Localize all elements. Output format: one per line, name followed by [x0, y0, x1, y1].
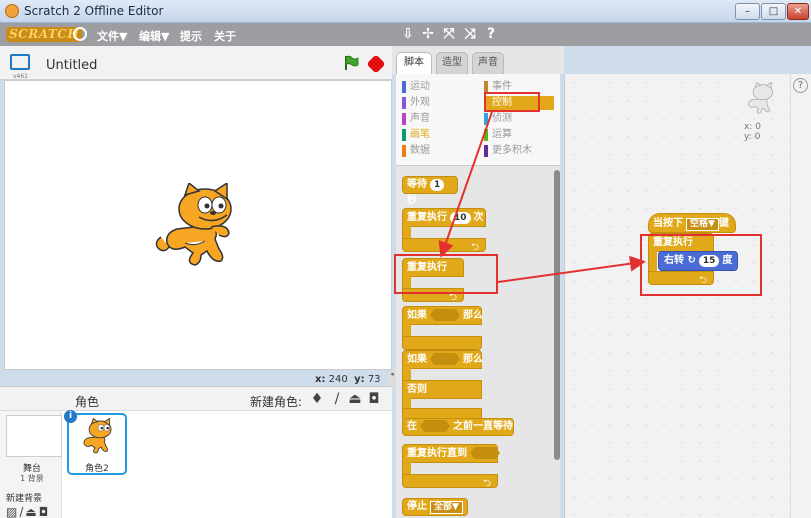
minimize-button[interactable]: – [735, 3, 760, 20]
duplicate-icon[interactable]: ⇩ [400, 26, 416, 42]
scratch-cat-icon [5, 4, 19, 18]
cat-sprite-thumbnail [83, 417, 112, 454]
palette-scrollbar[interactable] [554, 170, 560, 460]
stage-canvas[interactable] [4, 80, 392, 370]
tab-costumes[interactable]: 造型 [436, 52, 468, 74]
repeat-until-block[interactable]: 重复执行直到 ⮌ [402, 444, 500, 489]
mouse-y-value: 73 [367, 374, 381, 385]
editor-tabs: 脚本 造型 声音 [392, 46, 564, 74]
camera-icon[interactable]: ◘ [366, 391, 382, 407]
window-title: Scratch 2 Offline Editor [24, 4, 164, 18]
right-strip [790, 74, 811, 518]
delete-icon[interactable]: ✢ [420, 26, 436, 42]
help-block-icon[interactable]: ? [483, 26, 499, 42]
current-sprite-thumbnail [748, 82, 774, 114]
stage-thumbnail-column: 舞台 1 背景 新建背景 ▨/⏏◘ [0, 411, 62, 518]
mouse-x-value: 240 [328, 374, 348, 385]
category-more-blocks[interactable]: 更多积木 [484, 144, 532, 158]
maximize-button[interactable]: □ [761, 3, 786, 20]
stage-thumbnail[interactable] [6, 415, 62, 457]
project-title[interactable]: Untitled [46, 58, 97, 73]
category-operators[interactable]: 运算 [484, 128, 512, 142]
menu-tips[interactable]: 提示 [180, 28, 202, 44]
paint-new-sprite-icon[interactable]: / [329, 391, 345, 407]
pane-collapse-arrow[interactable]: ◂ [388, 370, 396, 386]
grow-icon[interactable]: ⤧ [441, 26, 457, 42]
sprites-label: 角色 [75, 395, 100, 409]
shrink-icon[interactable]: ⤨ [462, 26, 478, 42]
when-key-pressed-block[interactable]: 当按下 空格▼ 键 [648, 213, 736, 233]
close-button[interactable]: ✕ [787, 3, 809, 20]
menu-file[interactable]: 文件▼ [97, 28, 127, 44]
if-block[interactable]: 如果 那么 [402, 306, 486, 350]
annotation-box-control-category [484, 92, 540, 112]
block-categories: 运动 事件 外观 控制 声音 侦测 画笔 运算 数据 更多积木 [396, 74, 560, 166]
menu-bar: SCRATCH 文件▼ 编辑▼ 提示 关于 ⇩ ✢ ⤧ ⤨ ? [0, 23, 811, 46]
category-pen[interactable]: 画笔 [402, 128, 430, 142]
menu-edit[interactable]: 编辑▼ [139, 28, 169, 44]
cat-sprite[interactable] [155, 183, 245, 271]
tab-scripts[interactable]: 脚本 [396, 52, 432, 74]
category-motion[interactable]: 运动 [402, 80, 430, 94]
stage-header: v461 Untitled [0, 46, 392, 80]
backdrop-count: 1 背景 [20, 474, 44, 483]
repeat-block[interactable]: 重复执行 10 次 ⮌ [402, 208, 486, 253]
new-backdrop-icons[interactable]: ▨/⏏◘ [6, 505, 50, 518]
version-label: v461 [13, 73, 29, 80]
presentation-mode-icon[interactable] [10, 54, 30, 70]
key-dropdown[interactable]: 空格▼ [686, 218, 719, 231]
new-backdrop-label: 新建背景 [6, 494, 43, 504]
sprite-thumbnail[interactable]: i 角色2 [64, 410, 127, 475]
sprite-info-icon[interactable]: i [64, 410, 77, 423]
help-icon[interactable]: ? [793, 78, 808, 93]
wait-value[interactable]: 1 [430, 179, 445, 191]
green-flag-icon[interactable] [343, 55, 359, 71]
sprite-pane-header: 角色 新建角色: ♦ / ⏏ ◘ [0, 387, 392, 411]
tab-sounds[interactable]: 声音 [472, 52, 504, 74]
upload-sprite-icon[interactable]: ⏏ [347, 391, 363, 407]
if-else-block[interactable]: 如果 那么 否则 [402, 350, 486, 422]
language-globe-icon[interactable] [73, 27, 87, 41]
wait-until-block[interactable]: 在之前一直等待 [402, 418, 514, 436]
category-data[interactable]: 数据 [402, 144, 430, 158]
window-title-bar: Scratch 2 Offline Editor – □ ✕ [0, 0, 811, 23]
stop-block[interactable]: 停止 全部▼ [402, 498, 468, 516]
block-palette: 等待 1秒 重复执行 10 次 ⮌ 重复执行 ⮌ 如果 那么 如果 那么 否则 在之前一直… [396, 166, 560, 518]
scratch-logo[interactable]: SCRATCH [6, 27, 83, 42]
menu-about[interactable]: 关于 [214, 28, 236, 44]
category-looks[interactable]: 外观 [402, 96, 430, 110]
mouse-coords: x: 240 y: 73 [315, 374, 381, 385]
new-sprite-label: 新建角色: [250, 395, 303, 409]
category-sound[interactable]: 声音 [402, 112, 430, 126]
wait-block[interactable]: 等待 1秒 [402, 176, 458, 206]
annotation-box-forever-palette [394, 254, 498, 294]
sprite-pane: 角色 新建角色: ♦ / ⏏ ◘ 舞台 1 背景 新建背景 ▨/⏏◘ i 角色2 [0, 386, 392, 518]
category-sensing[interactable]: 侦测 [484, 112, 512, 126]
sprite-xy-readout: x: 0 y: 0 [744, 122, 761, 142]
sprite-name: 角色2 [85, 464, 109, 474]
annotation-box-script [640, 234, 762, 296]
stop-option-dropdown[interactable]: 全部▼ [430, 501, 463, 514]
choose-sprite-from-library-icon[interactable]: ♦ [309, 391, 325, 407]
stop-button[interactable] [366, 54, 386, 74]
repeat-value[interactable]: 10 [450, 212, 471, 224]
